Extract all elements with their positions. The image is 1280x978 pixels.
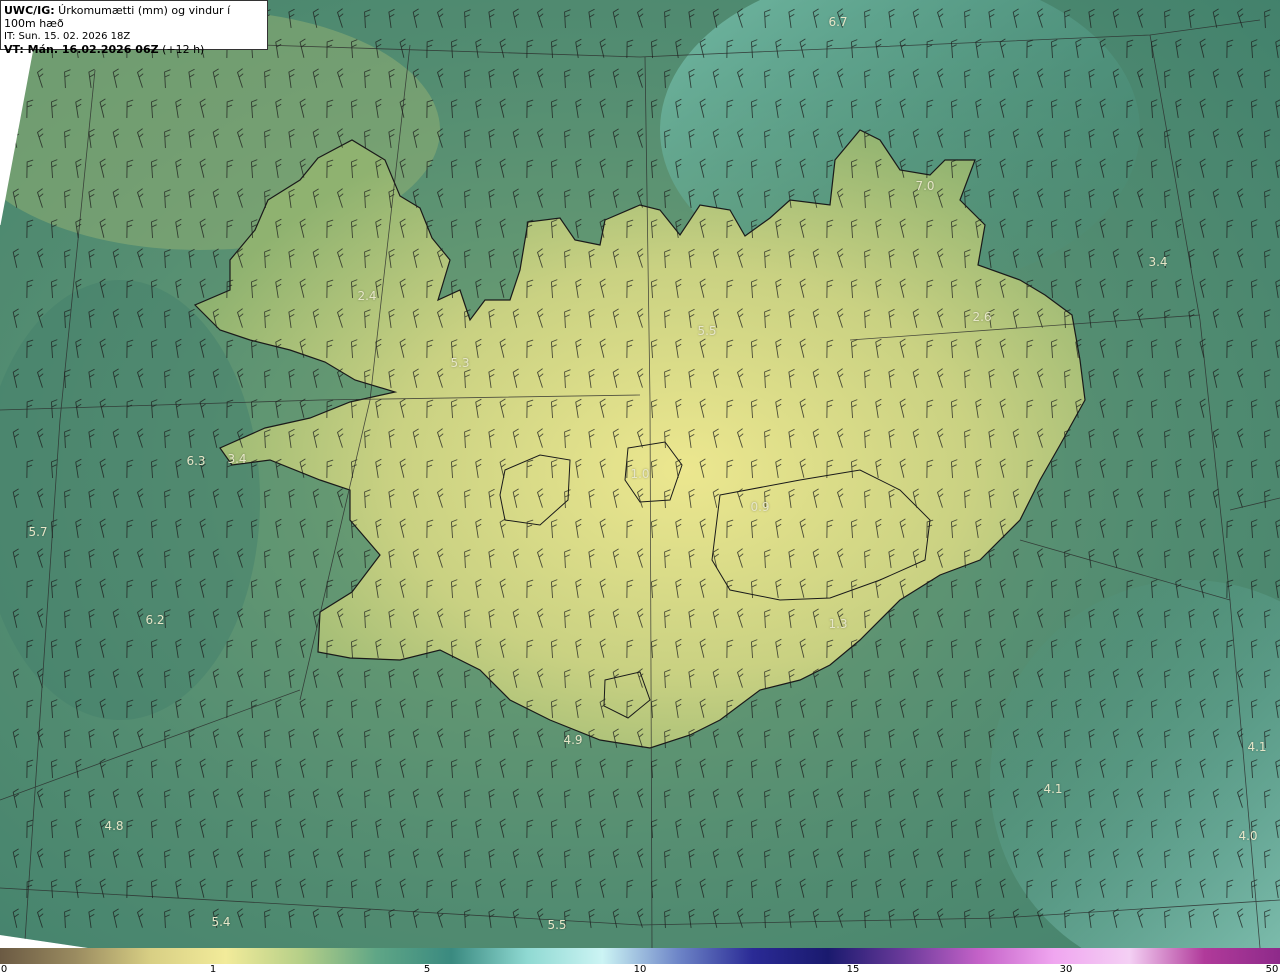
value-label: 5.7	[28, 525, 48, 539]
colorbar-tick: 15	[846, 964, 860, 975]
value-label: 0.9	[750, 500, 770, 514]
value-label: 5.5	[547, 918, 567, 932]
model-name: UWC/IG:	[4, 4, 55, 17]
valid-time-label: VT:	[4, 43, 24, 56]
valid-time-value: Mán. 16.02.2026 06Z	[23, 43, 159, 56]
wind-barb	[12, 68, 20, 88]
value-label: 2.6	[972, 310, 992, 324]
colorbar-tick: 30	[1059, 964, 1073, 975]
value-label: 4.8	[104, 819, 124, 833]
value-label: 4.0	[1238, 829, 1258, 843]
value-label: 2.4	[357, 289, 377, 303]
map-viewport: UWC/IG: Úrkomumætti (mm) og vindur í 100…	[0, 0, 1280, 978]
value-label: 1.0	[630, 467, 650, 481]
value-label: 6.7	[828, 15, 848, 29]
precip-colorbar	[0, 948, 1280, 964]
value-label: 6.3	[186, 454, 206, 468]
value-label: 6.2	[145, 613, 165, 627]
colorbar-tick: 0	[0, 964, 8, 975]
value-label: 5.4	[211, 915, 231, 929]
value-label: 7.0	[915, 179, 935, 193]
value-label: 3.4	[1148, 255, 1168, 269]
value-label: 4.1	[1043, 782, 1063, 796]
value-label: 3.4	[227, 452, 247, 466]
colorbar-tick: 50	[1265, 964, 1279, 975]
valid-time-line: VT: Mán. 16.02.2026 06Z (+12 h)	[4, 43, 263, 56]
value-label: 5.3	[450, 356, 470, 370]
value-label: 4.1	[1247, 740, 1267, 754]
colorbar-tick: 5	[423, 964, 431, 975]
init-time: IT: Sun. 15. 02. 2026 18Z	[4, 31, 131, 42]
value-label: 5.5	[697, 324, 717, 338]
value-label: 4.9	[563, 733, 583, 747]
forecast-offset: (+12 h)	[158, 43, 205, 56]
colorbar-tick: 10	[633, 964, 647, 975]
value-label: 1.3	[828, 617, 848, 631]
colorbar-tick: 1	[209, 964, 217, 975]
header-info-box: UWC/IG: Úrkomumætti (mm) og vindur í 100…	[0, 0, 268, 56]
header-title-line: UWC/IG: Úrkomumætti (mm) og vindur í 100…	[4, 4, 263, 30]
